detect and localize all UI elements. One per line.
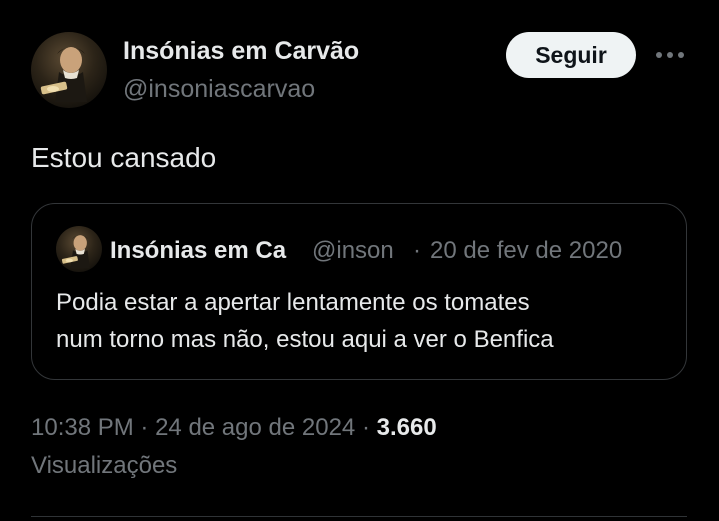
quoted-text-line: Podia estar a apertar lentamente os toma… bbox=[56, 289, 530, 316]
meta-separator: · bbox=[361, 414, 370, 441]
author-handle[interactable]: @insoniascarvao bbox=[123, 75, 315, 104]
quoted-author-avatar bbox=[56, 226, 102, 272]
quoted-date: 20 de fev de 2020 bbox=[430, 237, 623, 264]
quoted-author-name: Insónias em Ca bbox=[110, 237, 287, 264]
follow-button[interactable]: Seguir bbox=[506, 32, 636, 78]
more-horizontal-icon bbox=[656, 52, 684, 58]
views-count: 3.660 bbox=[376, 414, 437, 441]
tweet-metadata: 10:38 PM · 24 de ago de 2024 · 3.660 bbox=[31, 414, 437, 442]
avatar-painting-image bbox=[40, 47, 87, 102]
tweet-time[interactable]: 10:38 PM bbox=[31, 414, 134, 441]
quoted-text-line: num torno mas não, estou aqui a ver o Be… bbox=[56, 326, 554, 353]
more-options-button[interactable] bbox=[650, 40, 690, 70]
author-avatar[interactable] bbox=[31, 32, 107, 108]
meta-separator: · bbox=[140, 414, 149, 441]
quoted-separator: · bbox=[413, 237, 421, 264]
tweet-text: Estou cansado bbox=[31, 142, 217, 173]
divider bbox=[31, 516, 687, 517]
quoted-tweet-card[interactable]: Insónias em Ca @inson · 20 de fev de 202… bbox=[31, 203, 687, 380]
tweet-date[interactable]: 24 de ago de 2024 bbox=[155, 414, 355, 441]
author-name[interactable]: Insónias em Carvão bbox=[123, 37, 359, 66]
avatar-painting-image bbox=[61, 235, 90, 269]
quoted-tweet-text: Podia estar a apertar lentamente os toma… bbox=[56, 284, 676, 358]
views-label: Visualizações bbox=[31, 452, 178, 479]
quoted-author-handle: @inson bbox=[312, 237, 394, 264]
